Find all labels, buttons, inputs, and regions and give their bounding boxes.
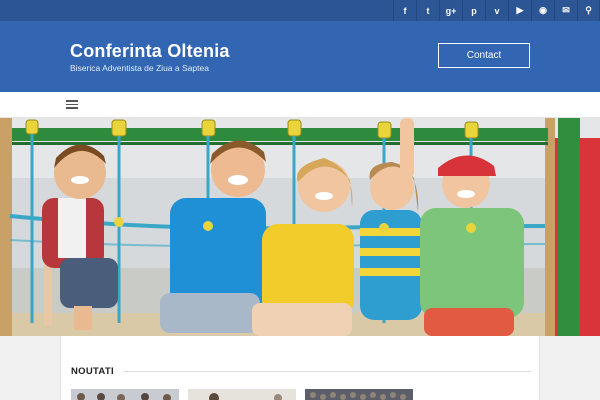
page: f t g+ p v ▶ ◉ ✉ ⚲ Conferinta Oltenia Bi… [0,0,600,400]
site-title[interactable]: Conferinta Oltenia [70,41,230,62]
site-header: Conferinta Oltenia Biserica Adventista d… [0,21,600,92]
search-icon[interactable]: ⚲ [577,0,600,21]
heading-divider [123,371,531,372]
pinterest-icon[interactable]: p [462,0,485,21]
rss-icon[interactable]: ◉ [531,0,554,21]
hamburger-menu-icon[interactable] [66,100,78,109]
facebook-icon[interactable]: f [393,0,416,21]
news-thumbnail-2[interactable] [188,388,296,400]
hero-image [0,118,600,336]
youtube-icon[interactable]: ▶ [508,0,531,21]
google-plus-icon[interactable]: g+ [439,0,462,21]
main-nav [0,92,600,118]
content-area: NOUTATI [60,336,540,400]
twitter-icon[interactable]: t [416,0,439,21]
contact-button[interactable]: Contact [438,43,530,68]
children-playground-illustration [0,118,600,336]
social-icons: f t g+ p v ▶ ◉ ✉ ⚲ [393,0,600,21]
vimeo-icon[interactable]: v [485,0,508,21]
news-heading: NOUTATI [71,366,114,377]
news-thumbnail-3[interactable] [305,388,413,400]
mail-icon[interactable]: ✉ [554,0,577,21]
site-tagline: Biserica Adventista de Ziua a Saptea [70,63,209,73]
top-bar: f t g+ p v ▶ ◉ ✉ ⚲ [0,0,600,21]
news-thumbnail-1[interactable] [71,388,179,400]
